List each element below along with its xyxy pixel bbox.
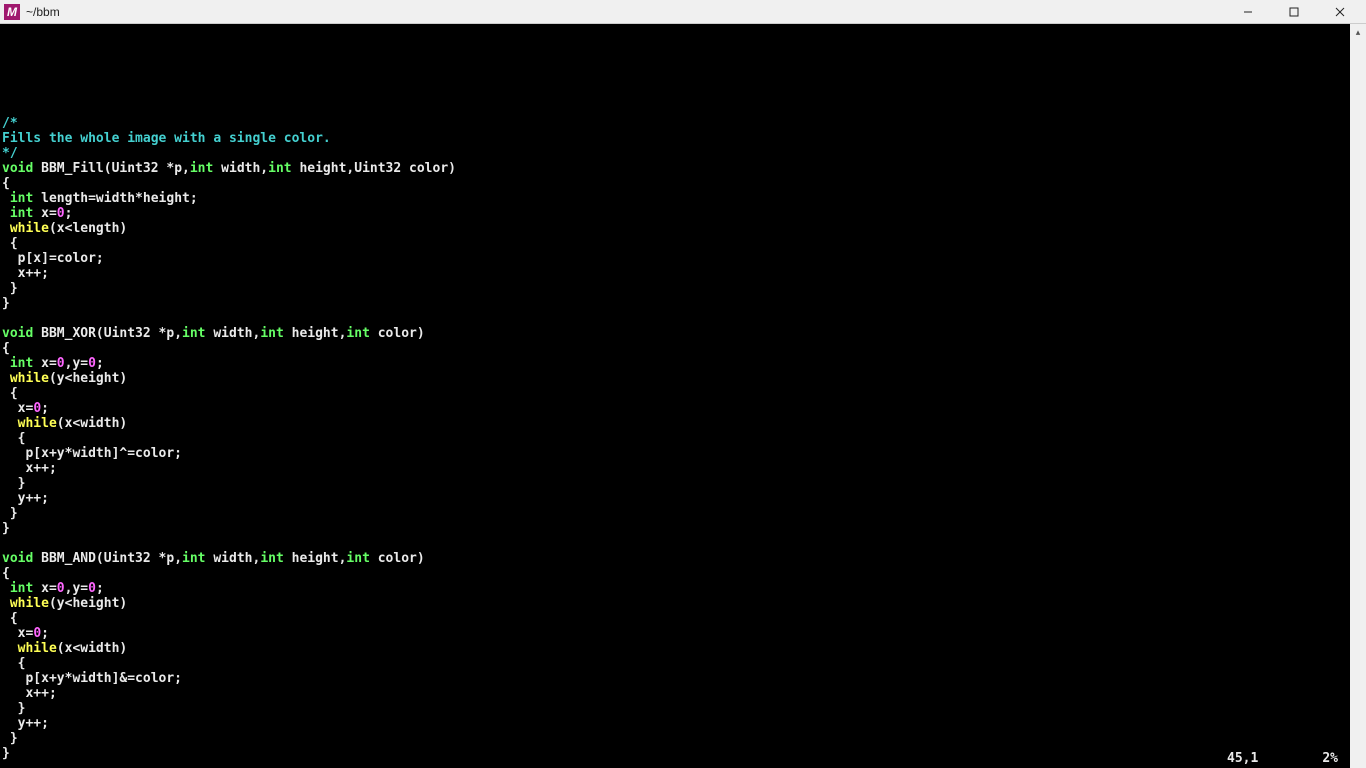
- code-line: }: [2, 476, 1366, 491]
- cursor-position: 45,1: [1227, 751, 1258, 766]
- code-line: p[x+y*width]^=color;: [2, 446, 1366, 461]
- code-line: /*: [2, 116, 1366, 131]
- code-line: x++;: [2, 686, 1366, 701]
- code-line: int x=0,y=0;: [2, 581, 1366, 596]
- maximize-button[interactable]: [1280, 2, 1308, 22]
- code-line: {: [2, 656, 1366, 671]
- app-window: M ~/bbm /*Fills the whole image with a s…: [0, 0, 1366, 768]
- code-line: x=0;: [2, 626, 1366, 641]
- code-line: Fills the whole image with a single colo…: [2, 131, 1366, 146]
- code-line: }: [2, 281, 1366, 296]
- code-line: y++;: [2, 716, 1366, 731]
- minimize-button[interactable]: [1234, 2, 1262, 22]
- code-line: [2, 311, 1366, 326]
- code-line: while(y<height): [2, 596, 1366, 611]
- code-line: {: [2, 611, 1366, 626]
- code-line: {: [2, 431, 1366, 446]
- code-line: }: [2, 521, 1366, 536]
- code-line: int length=width*height;: [2, 191, 1366, 206]
- code-line: p[x]=color;: [2, 251, 1366, 266]
- code-line: int x=0,y=0;: [2, 356, 1366, 371]
- code-line: */: [2, 146, 1366, 161]
- scroll-up-arrow[interactable]: ▴: [1350, 24, 1366, 40]
- code-editor[interactable]: /*Fills the whole image with a single co…: [0, 24, 1366, 768]
- window-title: ~/bbm: [26, 5, 1234, 19]
- code-line: [2, 536, 1366, 551]
- status-bar: 45,1 2%: [1227, 751, 1366, 768]
- code-line: int x=0;: [2, 206, 1366, 221]
- code-line: void BBM_XOR(Uint32 *p,int width,int hei…: [2, 326, 1366, 341]
- code-line: void BBM_AND(Uint32 *p,int width,int hei…: [2, 551, 1366, 566]
- code-line: while(x<width): [2, 641, 1366, 656]
- vertical-scrollbar[interactable]: ▴: [1350, 24, 1366, 768]
- code-line: {: [2, 386, 1366, 401]
- code-line: x++;: [2, 266, 1366, 281]
- code-line: }: [2, 296, 1366, 311]
- titlebar[interactable]: M ~/bbm: [0, 0, 1366, 24]
- code-line: while(x<length): [2, 221, 1366, 236]
- app-icon: M: [4, 4, 20, 20]
- editor-top-padding: [2, 56, 1366, 86]
- code-line: x=0;: [2, 401, 1366, 416]
- code-line: y++;: [2, 491, 1366, 506]
- code-line: }: [2, 506, 1366, 521]
- code-line: {: [2, 566, 1366, 581]
- code-line: }: [2, 701, 1366, 716]
- code-content: /*Fills the whole image with a single co…: [2, 116, 1366, 761]
- code-line: {: [2, 176, 1366, 191]
- code-line: {: [2, 236, 1366, 251]
- scroll-percent: 2%: [1322, 751, 1338, 766]
- code-line: p[x+y*width]&=color;: [2, 671, 1366, 686]
- code-line: }: [2, 731, 1366, 746]
- code-line: void BBM_Fill(Uint32 *p,int width,int he…: [2, 161, 1366, 176]
- code-line: while(y<height): [2, 371, 1366, 386]
- code-line: x++;: [2, 461, 1366, 476]
- code-line: while(x<width): [2, 416, 1366, 431]
- window-controls: [1234, 2, 1354, 22]
- code-line: }: [2, 746, 1366, 761]
- code-line: {: [2, 341, 1366, 356]
- close-button[interactable]: [1326, 2, 1354, 22]
